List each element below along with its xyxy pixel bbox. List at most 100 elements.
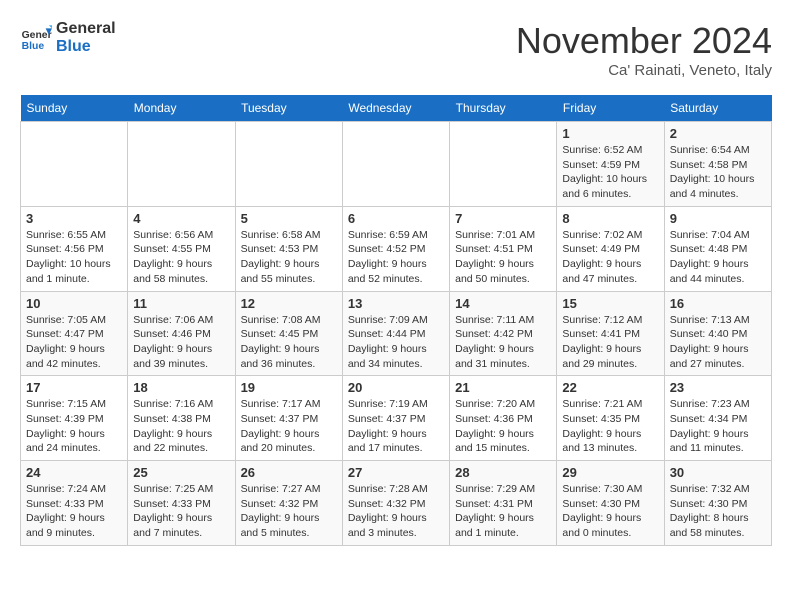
- day-info: Sunrise: 7:30 AM Sunset: 4:30 PM Dayligh…: [562, 482, 658, 541]
- day-info: Sunrise: 6:58 AM Sunset: 4:53 PM Dayligh…: [241, 228, 337, 287]
- day-cell: 7 Sunrise: 7:01 AM Sunset: 4:51 PM Daylig…: [450, 206, 557, 291]
- day-info: Sunrise: 6:59 AM Sunset: 4:52 PM Dayligh…: [348, 228, 444, 287]
- day-info: Sunrise: 7:01 AM Sunset: 4:51 PM Dayligh…: [455, 228, 551, 287]
- day-info: Sunrise: 7:08 AM Sunset: 4:45 PM Dayligh…: [241, 313, 337, 372]
- header-day-friday: Friday: [557, 95, 664, 122]
- day-cell: 1Sunrise: 6:52 AM Sunset: 4:59 PM Daylig…: [557, 122, 664, 207]
- header-day-sunday: Sunday: [21, 95, 128, 122]
- day-number: 26: [241, 465, 337, 480]
- day-number: 5: [241, 211, 337, 226]
- day-number: 30: [670, 465, 766, 480]
- day-number: 11: [133, 296, 229, 311]
- logo: General Blue General Blue: [20, 20, 116, 57]
- day-info: Sunrise: 6:54 AM Sunset: 4:58 PM Dayligh…: [670, 143, 766, 202]
- day-cell: 23Sunrise: 7:23 AM Sunset: 4:34 PM Dayli…: [664, 376, 771, 461]
- day-cell: 24 Sunrise: 7:24 AM Sunset: 4:33 PM Dayli…: [21, 461, 128, 546]
- day-number: 17: [26, 380, 122, 395]
- day-info: Sunrise: 7:15 AM Sunset: 4:39 PM Dayligh…: [26, 397, 122, 456]
- day-cell: [342, 122, 449, 207]
- day-info: Sunrise: 7:27 AM Sunset: 4:32 PM Dayligh…: [241, 482, 337, 541]
- location: Ca' Rainati, Veneto, Italy: [516, 62, 772, 79]
- day-cell: 29 Sunrise: 7:30 AM Sunset: 4:30 PM Dayli…: [557, 461, 664, 546]
- header-day-monday: Monday: [128, 95, 235, 122]
- day-cell: 2 Sunrise: 6:54 AM Sunset: 4:58 PM Daylig…: [664, 122, 771, 207]
- day-cell: 9 Sunrise: 7:04 AM Sunset: 4:48 PM Daylig…: [664, 206, 771, 291]
- day-cell: [21, 122, 128, 207]
- day-number: 4: [133, 211, 229, 226]
- day-info: Sunrise: 7:16 AM Sunset: 4:38 PM Dayligh…: [133, 397, 229, 456]
- day-number: 1: [562, 126, 658, 141]
- week-row-4: 17 Sunrise: 7:15 AM Sunset: 4:39 PM Dayli…: [21, 376, 772, 461]
- week-row-3: 10 Sunrise: 7:05 AM Sunset: 4:47 PM Dayli…: [21, 291, 772, 376]
- title-block: November 2024 Ca' Rainati, Veneto, Italy: [516, 20, 772, 79]
- day-number: 21: [455, 380, 551, 395]
- day-info: Sunrise: 7:19 AM Sunset: 4:37 PM Dayligh…: [348, 397, 444, 456]
- day-info: Sunrise: 7:32 AM Sunset: 4:30 PM Dayligh…: [670, 482, 766, 541]
- page-header: General Blue General Blue November 2024 …: [20, 20, 772, 79]
- day-number: 24: [26, 465, 122, 480]
- day-number: 22: [562, 380, 658, 395]
- day-cell: 25 Sunrise: 7:25 AM Sunset: 4:33 PM Dayli…: [128, 461, 235, 546]
- day-number: 7: [455, 211, 551, 226]
- header-day-tuesday: Tuesday: [235, 95, 342, 122]
- day-cell: 28 Sunrise: 7:29 AM Sunset: 4:31 PM Dayli…: [450, 461, 557, 546]
- day-number: 3: [26, 211, 122, 226]
- day-info: Sunrise: 7:02 AM Sunset: 4:49 PM Dayligh…: [562, 228, 658, 287]
- day-cell: 17 Sunrise: 7:15 AM Sunset: 4:39 PM Dayli…: [21, 376, 128, 461]
- header-row: SundayMondayTuesdayWednesdayThursdayFrid…: [21, 95, 772, 122]
- day-number: 14: [455, 296, 551, 311]
- day-cell: 13 Sunrise: 7:09 AM Sunset: 4:44 PM Dayli…: [342, 291, 449, 376]
- day-info: Sunrise: 7:25 AM Sunset: 4:33 PM Dayligh…: [133, 482, 229, 541]
- day-number: 28: [455, 465, 551, 480]
- svg-text:Blue: Blue: [22, 42, 45, 53]
- day-cell: 12Sunrise: 7:08 AM Sunset: 4:45 PM Dayli…: [235, 291, 342, 376]
- day-cell: 15 Sunrise: 7:12 AM Sunset: 4:41 PM Dayli…: [557, 291, 664, 376]
- day-cell: 5 Sunrise: 6:58 AM Sunset: 4:53 PM Daylig…: [235, 206, 342, 291]
- day-info: Sunrise: 6:55 AM Sunset: 4:56 PM Dayligh…: [26, 228, 122, 287]
- day-cell: 4 Sunrise: 6:56 AM Sunset: 4:55 PM Daylig…: [128, 206, 235, 291]
- day-cell: [128, 122, 235, 207]
- day-number: 19: [241, 380, 337, 395]
- day-info: Sunrise: 7:11 AM Sunset: 4:42 PM Dayligh…: [455, 313, 551, 372]
- logo-blue-text: Blue: [56, 38, 116, 56]
- day-cell: 11 Sunrise: 7:06 AM Sunset: 4:46 PM Dayli…: [128, 291, 235, 376]
- day-number: 13: [348, 296, 444, 311]
- day-info: Sunrise: 7:05 AM Sunset: 4:47 PM Dayligh…: [26, 313, 122, 372]
- day-info: Sunrise: 7:06 AM Sunset: 4:46 PM Dayligh…: [133, 313, 229, 372]
- day-info: Sunrise: 7:12 AM Sunset: 4:41 PM Dayligh…: [562, 313, 658, 372]
- calendar-body: 1Sunrise: 6:52 AM Sunset: 4:59 PM Daylig…: [21, 122, 772, 546]
- day-cell: 18 Sunrise: 7:16 AM Sunset: 4:38 PM Dayli…: [128, 376, 235, 461]
- day-cell: [235, 122, 342, 207]
- day-number: 6: [348, 211, 444, 226]
- day-info: Sunrise: 7:29 AM Sunset: 4:31 PM Dayligh…: [455, 482, 551, 541]
- day-number: 9: [670, 211, 766, 226]
- day-cell: 26 Sunrise: 7:27 AM Sunset: 4:32 PM Dayli…: [235, 461, 342, 546]
- day-info: Sunrise: 6:56 AM Sunset: 4:55 PM Dayligh…: [133, 228, 229, 287]
- day-info: Sunrise: 7:04 AM Sunset: 4:48 PM Dayligh…: [670, 228, 766, 287]
- day-info: Sunrise: 7:24 AM Sunset: 4:33 PM Dayligh…: [26, 482, 122, 541]
- day-cell: 20 Sunrise: 7:19 AM Sunset: 4:37 PM Dayli…: [342, 376, 449, 461]
- week-row-1: 1Sunrise: 6:52 AM Sunset: 4:59 PM Daylig…: [21, 122, 772, 207]
- day-number: 10: [26, 296, 122, 311]
- day-number: 20: [348, 380, 444, 395]
- day-number: 27: [348, 465, 444, 480]
- day-number: 18: [133, 380, 229, 395]
- day-info: Sunrise: 7:20 AM Sunset: 4:36 PM Dayligh…: [455, 397, 551, 456]
- day-cell: 22Sunrise: 7:21 AM Sunset: 4:35 PM Dayli…: [557, 376, 664, 461]
- day-cell: 19Sunrise: 7:17 AM Sunset: 4:37 PM Dayli…: [235, 376, 342, 461]
- day-cell: 14 Sunrise: 7:11 AM Sunset: 4:42 PM Dayli…: [450, 291, 557, 376]
- day-info: Sunrise: 7:28 AM Sunset: 4:32 PM Dayligh…: [348, 482, 444, 541]
- day-number: 16: [670, 296, 766, 311]
- day-info: Sunrise: 7:09 AM Sunset: 4:44 PM Dayligh…: [348, 313, 444, 372]
- header-day-saturday: Saturday: [664, 95, 771, 122]
- day-number: 15: [562, 296, 658, 311]
- day-number: 29: [562, 465, 658, 480]
- week-row-5: 24 Sunrise: 7:24 AM Sunset: 4:33 PM Dayli…: [21, 461, 772, 546]
- day-info: Sunrise: 7:23 AM Sunset: 4:34 PM Dayligh…: [670, 397, 766, 456]
- day-cell: 10 Sunrise: 7:05 AM Sunset: 4:47 PM Dayli…: [21, 291, 128, 376]
- week-row-2: 3 Sunrise: 6:55 AM Sunset: 4:56 PM Daylig…: [21, 206, 772, 291]
- day-number: 25: [133, 465, 229, 480]
- day-cell: 27 Sunrise: 7:28 AM Sunset: 4:32 PM Dayli…: [342, 461, 449, 546]
- day-cell: 16Sunrise: 7:13 AM Sunset: 4:40 PM Dayli…: [664, 291, 771, 376]
- day-number: 2: [670, 126, 766, 141]
